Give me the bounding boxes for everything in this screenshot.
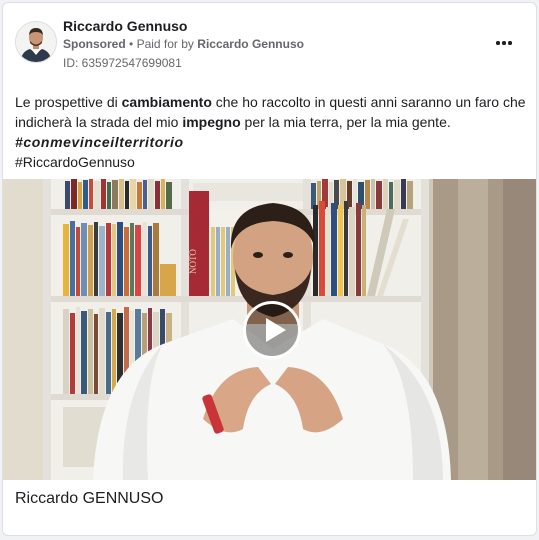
text-part: Le prospettive di	[15, 94, 122, 110]
post-header: Riccardo Gennuso Sponsored • Paid for by…	[3, 3, 536, 79]
post-text: Le prospettive di cambiamento che ho rac…	[15, 92, 527, 172]
play-button[interactable]	[243, 301, 301, 359]
more-dot	[508, 41, 512, 45]
paid-for-prefix: Paid for by	[136, 37, 194, 51]
ad-id: ID: 635972547699081	[63, 56, 182, 70]
more-options-button[interactable]	[490, 33, 518, 53]
video-player[interactable]: NOTO	[3, 179, 536, 480]
sponsored-line: Sponsored • Paid for by Riccardo Gennuso	[63, 37, 304, 51]
book-spine-text: NOTO	[188, 249, 198, 274]
ad-card: Riccardo Gennuso Sponsored • Paid for by…	[2, 2, 537, 536]
more-horizontal-icon	[496, 41, 500, 45]
hashtag-link[interactable]: #RiccardoGennuso	[15, 154, 135, 170]
avatar[interactable]	[15, 21, 57, 63]
separator-dot: •	[129, 37, 134, 51]
text-bold: cambiamento	[121, 94, 212, 110]
video-caption[interactable]: Riccardo GENNUSO	[15, 490, 163, 508]
paid-for-name: Riccardo Gennuso	[197, 37, 304, 51]
text-part: per la mia terra, per la mia gente.	[240, 114, 451, 130]
sponsored-label: Sponsored	[63, 37, 126, 51]
more-dot	[502, 41, 506, 45]
text-bold: impegno	[182, 114, 241, 130]
page-name[interactable]: Riccardo Gennuso	[63, 18, 187, 34]
hashtag-link[interactable]: #conmevinceilterritorio	[15, 134, 184, 150]
play-icon	[266, 318, 286, 342]
